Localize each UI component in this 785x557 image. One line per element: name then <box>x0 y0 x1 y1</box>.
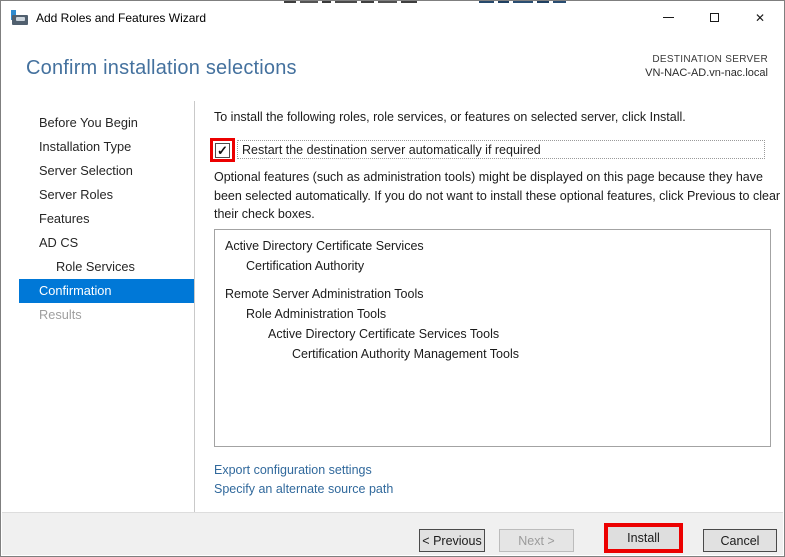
note-line: been selected automatically. If you do n… <box>214 188 781 203</box>
destination-server-label: DESTINATION SERVER <box>652 54 768 65</box>
restart-checkbox-annotation-box <box>210 138 235 162</box>
alternate-source-path-link[interactable]: Specify an alternate source path <box>214 480 393 499</box>
nav-content-divider <box>194 101 195 512</box>
intro-text: To install the following roles, role ser… <box>214 110 686 124</box>
destination-server-value: VN-NAC-AD.vn-nac.local <box>645 67 768 79</box>
window-controls <box>645 2 783 33</box>
optional-features-note: Optional features (such as administratio… <box>214 168 780 224</box>
next-button: Next > <box>499 529 574 552</box>
previous-button[interactable]: < Previous <box>419 529 485 552</box>
window-title: Add Roles and Features Wizard <box>36 11 207 25</box>
tree-item: Certification Authority Management Tools <box>292 347 519 361</box>
nav-results: Results <box>39 307 82 322</box>
note-line: Optional features (such as administratio… <box>214 170 763 184</box>
restart-checkbox-label[interactable]: Restart the destination server automatic… <box>238 143 541 157</box>
nav-features[interactable]: Features <box>19 207 194 231</box>
minimize-button[interactable] <box>645 2 691 33</box>
close-icon <box>755 9 765 27</box>
nav-before-you-begin[interactable]: Before You Begin <box>19 111 194 135</box>
nav-server-selection[interactable]: Server Selection <box>19 159 194 183</box>
nav-role-services[interactable]: Role Services <box>19 255 194 279</box>
maximize-button[interactable] <box>691 2 737 33</box>
install-button-annotation-box: Install <box>604 523 683 553</box>
tree-item: Active Directory Certificate Services <box>225 239 424 253</box>
install-button[interactable]: Install <box>608 527 679 549</box>
export-configuration-link[interactable]: Export configuration settings <box>214 461 393 480</box>
tree-item: Remote Server Administration Tools <box>225 287 424 301</box>
maximize-icon <box>709 13 719 22</box>
selected-items-listbox[interactable]: Active Directory Certificate Services Ce… <box>214 229 771 447</box>
restart-checkbox-focus-rect[interactable]: Restart the destination server automatic… <box>237 140 765 159</box>
titlebar: Add Roles and Features Wizard <box>2 2 783 33</box>
server-manager-icon <box>11 10 29 26</box>
nav-installation-type[interactable]: Installation Type <box>19 135 194 159</box>
page-title: Confirm installation selections <box>26 57 297 79</box>
destination-server-block: DESTINATION SERVER VN-NAC-AD.vn-nac.loca… <box>645 54 768 79</box>
nav-ad-cs[interactable]: AD CS <box>19 231 194 255</box>
nav-server-roles[interactable]: Server Roles <box>19 183 194 207</box>
restart-checkbox[interactable] <box>215 142 230 158</box>
tree-item: Active Directory Certificate Services To… <box>268 327 500 341</box>
tree-item: Role Administration Tools <box>246 307 387 321</box>
minimize-icon <box>662 17 674 18</box>
wizard-steps-nav: Before You Begin Installation Type Serve… <box>1 111 194 327</box>
close-button[interactable] <box>737 2 783 33</box>
content-links: Export configuration settings Specify an… <box>214 461 393 498</box>
wizard-window: Add Roles and Features Wizard Confirm in… <box>0 0 785 557</box>
nav-confirmation[interactable]: Confirmation <box>19 279 194 303</box>
cancel-button[interactable]: Cancel <box>703 529 777 552</box>
tree-item: Certification Authority <box>246 259 365 273</box>
note-line: their check boxes. <box>214 207 315 221</box>
